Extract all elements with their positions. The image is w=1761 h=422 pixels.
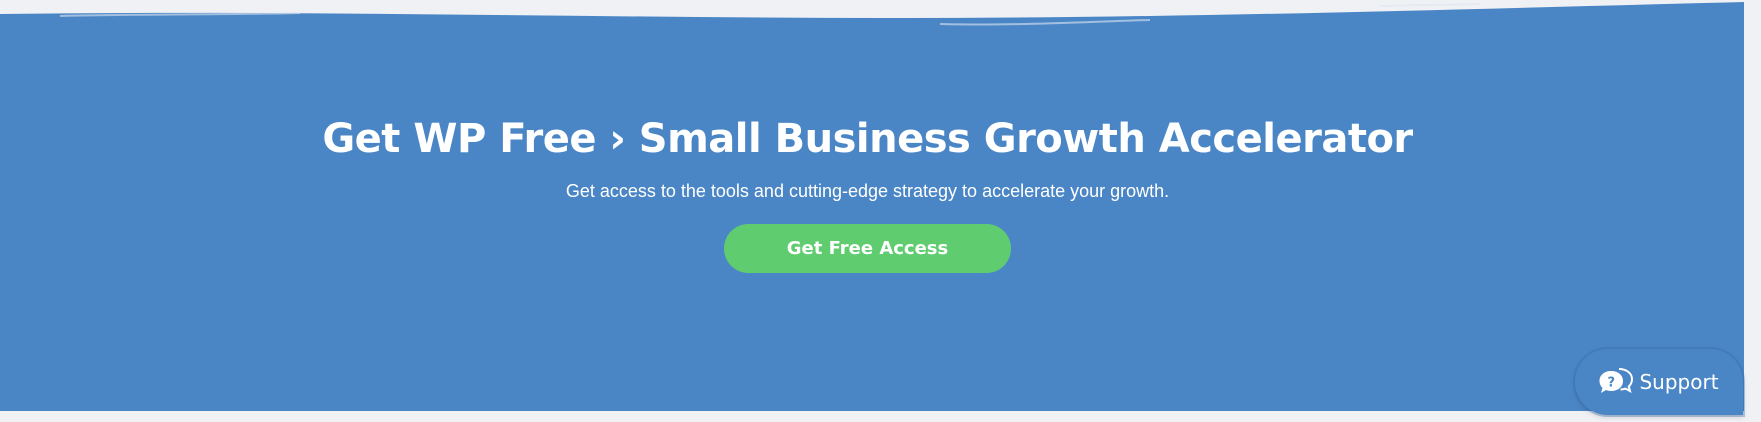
page-title: Get WP Free › Small Business Growth Acce… — [322, 116, 1413, 162]
page-footer-edge — [0, 411, 1761, 422]
hero-subtitle: Get access to the tools and cutting-edge… — [565, 181, 1170, 201]
support-widget-button[interactable]: ? Support — [1575, 349, 1743, 415]
svg-text:?: ? — [1608, 376, 1616, 391]
page-scrollbar[interactable] — [1744, 0, 1761, 411]
get-free-access-button[interactable]: Get Free Access — [724, 224, 1011, 273]
page: Get WP Free › Small Business Growth Acce… — [0, 0, 1761, 422]
support-label: Support — [1639, 370, 1719, 394]
cta-banner: Get WP Free › Small Business Growth Acce… — [0, 0, 1744, 411]
wave-divider — [0, 0, 1744, 26]
help-chat-icon: ? — [1599, 367, 1634, 397]
